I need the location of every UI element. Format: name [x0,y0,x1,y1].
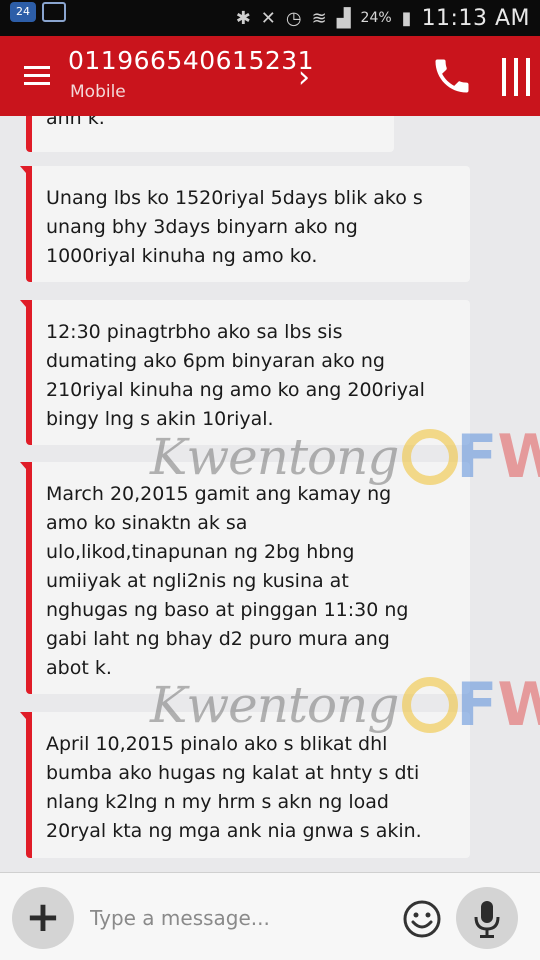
alarm-icon: ◷ [285,7,302,29]
more-options-icon[interactable] [502,58,530,96]
signal-icon: ▟ [336,7,351,29]
watermark-w: W [497,670,540,740]
conversation-header: 011966540615231 Mobile › [0,36,540,116]
watermark-f: F [456,670,498,740]
message-text: March 20,2015 gamit ang kamay ng amo ko … [46,483,409,679]
status-right-icons: ✱ ✕ ◷ ≋ ▟ 24% ▮ 11:13 AM [236,0,530,36]
watermark-o-icon [402,677,459,733]
message-text: ahh k. [46,116,105,129]
chevron-right-icon[interactable]: › [298,60,310,95]
bluetooth-icon: ✱ [235,7,251,29]
bubble-tail [20,462,32,476]
message-bubble[interactable]: March 20,2015 gamit ang kamay ng amo ko … [20,462,470,694]
message-text: 12:30 pinagtrbho ako sa lbs sis dumating… [46,321,425,430]
watermark-script: Kwentong [150,676,399,734]
watermark-script: Kwentong [150,428,399,486]
voice-input-button[interactable] [456,887,518,949]
emoji-icon[interactable] [402,899,442,939]
watermark-logo: Kwentong F W [150,422,540,492]
contact-type: Mobile [70,82,126,102]
message-text: April 10,2015 pinalo ako s blikat dhl bu… [46,733,422,842]
message-bubble[interactable]: ahh k. [26,116,394,152]
message-input[interactable] [90,901,380,935]
battery-percent: 24% [360,10,392,26]
gallery-notification-icon [42,2,66,22]
clock: 11:13 AM [421,5,530,31]
microphone-icon [474,901,500,938]
message-bubble[interactable]: Unang lbs ko 1520riyal 5days blik ako s … [20,166,470,282]
phone-icon[interactable] [430,54,474,98]
wifi-icon: ≋ [311,7,327,29]
status-left-icons: 24 [10,2,66,22]
mute-icon: ✕ [260,7,276,29]
bubble-tail [20,300,32,314]
watermark-f: F [456,422,498,492]
contact-number[interactable]: 011966540615231 [68,46,314,75]
bubble-tail [20,712,32,726]
message-list[interactable]: ahh k. Unang lbs ko 1520riyal 5days blik… [0,116,540,872]
watermark-o-icon [402,429,459,485]
add-attachment-button[interactable]: + [12,887,74,949]
message-text: Unang lbs ko 1520riyal 5days blik ako s … [46,187,423,267]
status-bar: 24 ✱ ✕ ◷ ≋ ▟ 24% ▮ 11:13 AM [0,0,540,36]
menu-icon[interactable] [24,66,50,86]
watermark-w: W [497,422,540,492]
compose-bar: + [0,872,540,960]
bubble-tail [20,166,32,180]
watermark-logo: Kwentong F W [150,670,540,740]
battery-icon: ▮ [401,7,412,29]
notification-badge: 24 [10,2,36,22]
